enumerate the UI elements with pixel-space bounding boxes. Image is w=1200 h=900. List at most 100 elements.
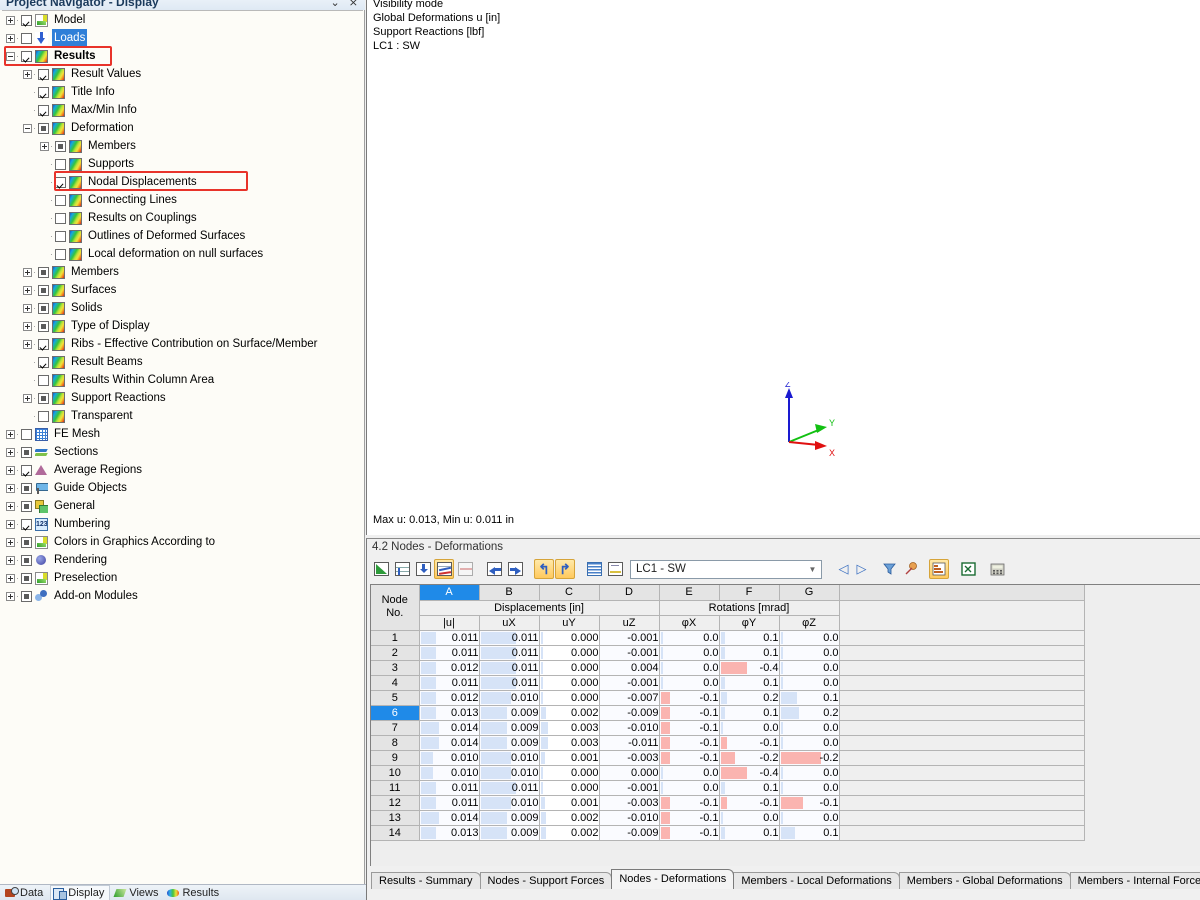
- data-cell[interactable]: 0.1: [779, 690, 840, 706]
- data-cell[interactable]: 0.2: [719, 690, 780, 706]
- data-cell[interactable]: -0.2: [719, 750, 780, 766]
- data-cell[interactable]: 0.014: [419, 735, 480, 751]
- undo-button[interactable]: ↰: [534, 559, 554, 579]
- data-cell[interactable]: -0.009: [599, 825, 660, 841]
- next-loadcase-button[interactable]: ▷: [853, 559, 870, 579]
- tree-checkbox[interactable]: [38, 374, 49, 386]
- expand-icon[interactable]: [6, 555, 15, 565]
- table-row[interactable]: 14 0.013 0.009 0.002 -0.009 -0.1 0.1 0.1: [371, 825, 1085, 841]
- sheet-tab[interactable]: Members - Global Deformations: [898, 872, 1071, 889]
- data-cell[interactable]: -0.1: [779, 795, 840, 811]
- chevron-down-icon[interactable]: ▼: [804, 561, 821, 578]
- tree-item[interactable]: · Preselection: [2, 569, 363, 587]
- table-row[interactable]: 6 0.013 0.009 0.002 -0.009 -0.1 0.1 0.2: [371, 705, 1085, 721]
- data-cell[interactable]: 0.013: [419, 705, 480, 721]
- tree-item[interactable]: · Average Regions: [2, 461, 363, 479]
- table-row[interactable]: 3 0.012 0.011 0.000 0.004 0.0 -0.4 0.0: [371, 660, 1085, 676]
- data-cell[interactable]: 0.009: [479, 735, 540, 751]
- data-cell[interactable]: -0.1: [659, 720, 720, 736]
- panel-tab-views[interactable]: Views: [112, 885, 163, 900]
- data-cell[interactable]: -0.1: [659, 690, 720, 706]
- table-row[interactable]: 13 0.014 0.009 0.002 -0.010 -0.1 0.0 0.0: [371, 810, 1085, 826]
- tree-checkbox[interactable]: [38, 284, 49, 296]
- sheet-tab[interactable]: Results - Summary: [371, 872, 481, 889]
- data-cell[interactable]: -0.001: [599, 630, 660, 646]
- tree-checkbox[interactable]: [21, 500, 32, 512]
- data-cell[interactable]: -0.010: [599, 720, 660, 736]
- tree-checkbox[interactable]: [21, 14, 32, 26]
- bottom-panel-tabs[interactable]: Data Display Views Results: [0, 884, 366, 900]
- filter-funnel-button[interactable]: [879, 559, 899, 579]
- data-cell[interactable]: 0.011: [419, 780, 480, 796]
- tree-checkbox[interactable]: [21, 482, 32, 494]
- column-header-e[interactable]: E: [659, 585, 720, 601]
- tree-checkbox[interactable]: [38, 392, 49, 404]
- column-header-b[interactable]: B: [479, 585, 540, 601]
- sheet-tab[interactable]: Nodes - Support Forces: [479, 872, 613, 889]
- tree-item[interactable]: · Results on Couplings: [2, 209, 363, 227]
- data-cell[interactable]: 0.0: [779, 720, 840, 736]
- data-cell[interactable]: 0.002: [539, 810, 600, 826]
- data-cell[interactable]: 0.1: [719, 780, 780, 796]
- data-cell[interactable]: 0.013: [419, 825, 480, 841]
- data-cell[interactable]: 0.009: [479, 825, 540, 841]
- expand-icon[interactable]: [23, 267, 32, 277]
- tree-checkbox[interactable]: [38, 104, 49, 116]
- data-cell[interactable]: 0.1: [719, 825, 780, 841]
- column-header-f[interactable]: F: [719, 585, 780, 601]
- tree-item[interactable]: · Results Within Column Area: [2, 371, 363, 389]
- graphics-view[interactable]: Visibility mode Global Deformations u [in…: [366, 0, 1200, 535]
- tree-item[interactable]: · Ribs - Effective Contribution on Surfac…: [2, 335, 363, 353]
- expand-icon[interactable]: [6, 465, 15, 475]
- data-cell[interactable]: -0.007: [599, 690, 660, 706]
- data-cell[interactable]: 0.0: [659, 660, 720, 676]
- tree-checkbox[interactable]: [55, 248, 66, 260]
- data-cell[interactable]: 0.009: [479, 705, 540, 721]
- data-cell[interactable]: 0.011: [479, 630, 540, 646]
- data-cell[interactable]: 0.000: [539, 765, 600, 781]
- expand-icon[interactable]: [23, 69, 32, 79]
- data-cell[interactable]: -0.001: [599, 780, 660, 796]
- tree-checkbox[interactable]: [55, 230, 66, 242]
- tree-item[interactable]: · Outlines of Deformed Surfaces: [2, 227, 363, 245]
- tree-checkbox[interactable]: [55, 194, 66, 206]
- expand-icon[interactable]: [23, 393, 32, 403]
- data-cell[interactable]: 0.002: [539, 825, 600, 841]
- expand-icon[interactable]: [6, 483, 15, 493]
- tree-item[interactable]: · Surfaces: [2, 281, 363, 299]
- navigator-window-buttons[interactable]: ⌄ ⨯: [331, 0, 362, 9]
- tree-checkbox[interactable]: [38, 266, 49, 278]
- previous-loadcase-button[interactable]: ◁: [835, 559, 852, 579]
- tree-item[interactable]: · General: [2, 497, 363, 515]
- row-number-cell[interactable]: 5: [371, 690, 420, 706]
- table-row[interactable]: 7 0.014 0.009 0.003 -0.010 -0.1 0.0 0.0: [371, 720, 1085, 736]
- data-cell[interactable]: -0.009: [599, 705, 660, 721]
- data-cell[interactable]: 0.011: [419, 630, 480, 646]
- data-cell[interactable]: 0.0: [659, 675, 720, 691]
- tree-item[interactable]: · Model: [2, 11, 363, 29]
- column-letter-row[interactable]: Node No. A B C D E F G: [371, 585, 1085, 631]
- data-cell[interactable]: -0.003: [599, 750, 660, 766]
- data-cell[interactable]: 0.012: [419, 690, 480, 706]
- tree-checkbox[interactable]: [21, 518, 32, 530]
- table-row[interactable]: 4 0.011 0.011 0.000 -0.001 0.0 0.1 0.0: [371, 675, 1085, 691]
- row-number-cell[interactable]: 9: [371, 750, 420, 766]
- data-cell[interactable]: 0.000: [539, 645, 600, 661]
- table-row[interactable]: 12 0.011 0.010 0.001 -0.003 -0.1 -0.1 -0.1: [371, 795, 1085, 811]
- row-number-cell[interactable]: 8: [371, 735, 420, 751]
- row-number-cell[interactable]: 13: [371, 810, 420, 826]
- edit-table-button[interactable]: [371, 559, 391, 579]
- filter-rows-button[interactable]: [392, 559, 412, 579]
- load-case-select[interactable]: LC1 - SW ▼: [630, 559, 822, 579]
- data-cell[interactable]: 0.010: [479, 750, 540, 766]
- data-cell[interactable]: 0.011: [419, 675, 480, 691]
- data-cell[interactable]: -0.4: [719, 660, 780, 676]
- tree-item[interactable]: · Sections: [2, 443, 363, 461]
- data-cell[interactable]: 0.010: [479, 765, 540, 781]
- data-cell[interactable]: -0.1: [659, 795, 720, 811]
- expand-icon[interactable]: [6, 429, 15, 439]
- display-tree[interactable]: · Model · Loads · Results · Result Values · Title…: [2, 10, 363, 884]
- expand-icon[interactable]: [6, 33, 15, 43]
- tree-checkbox[interactable]: [38, 302, 49, 314]
- table-row[interactable]: 11 0.011 0.011 0.000 -0.001 0.0 0.1 0.0: [371, 780, 1085, 796]
